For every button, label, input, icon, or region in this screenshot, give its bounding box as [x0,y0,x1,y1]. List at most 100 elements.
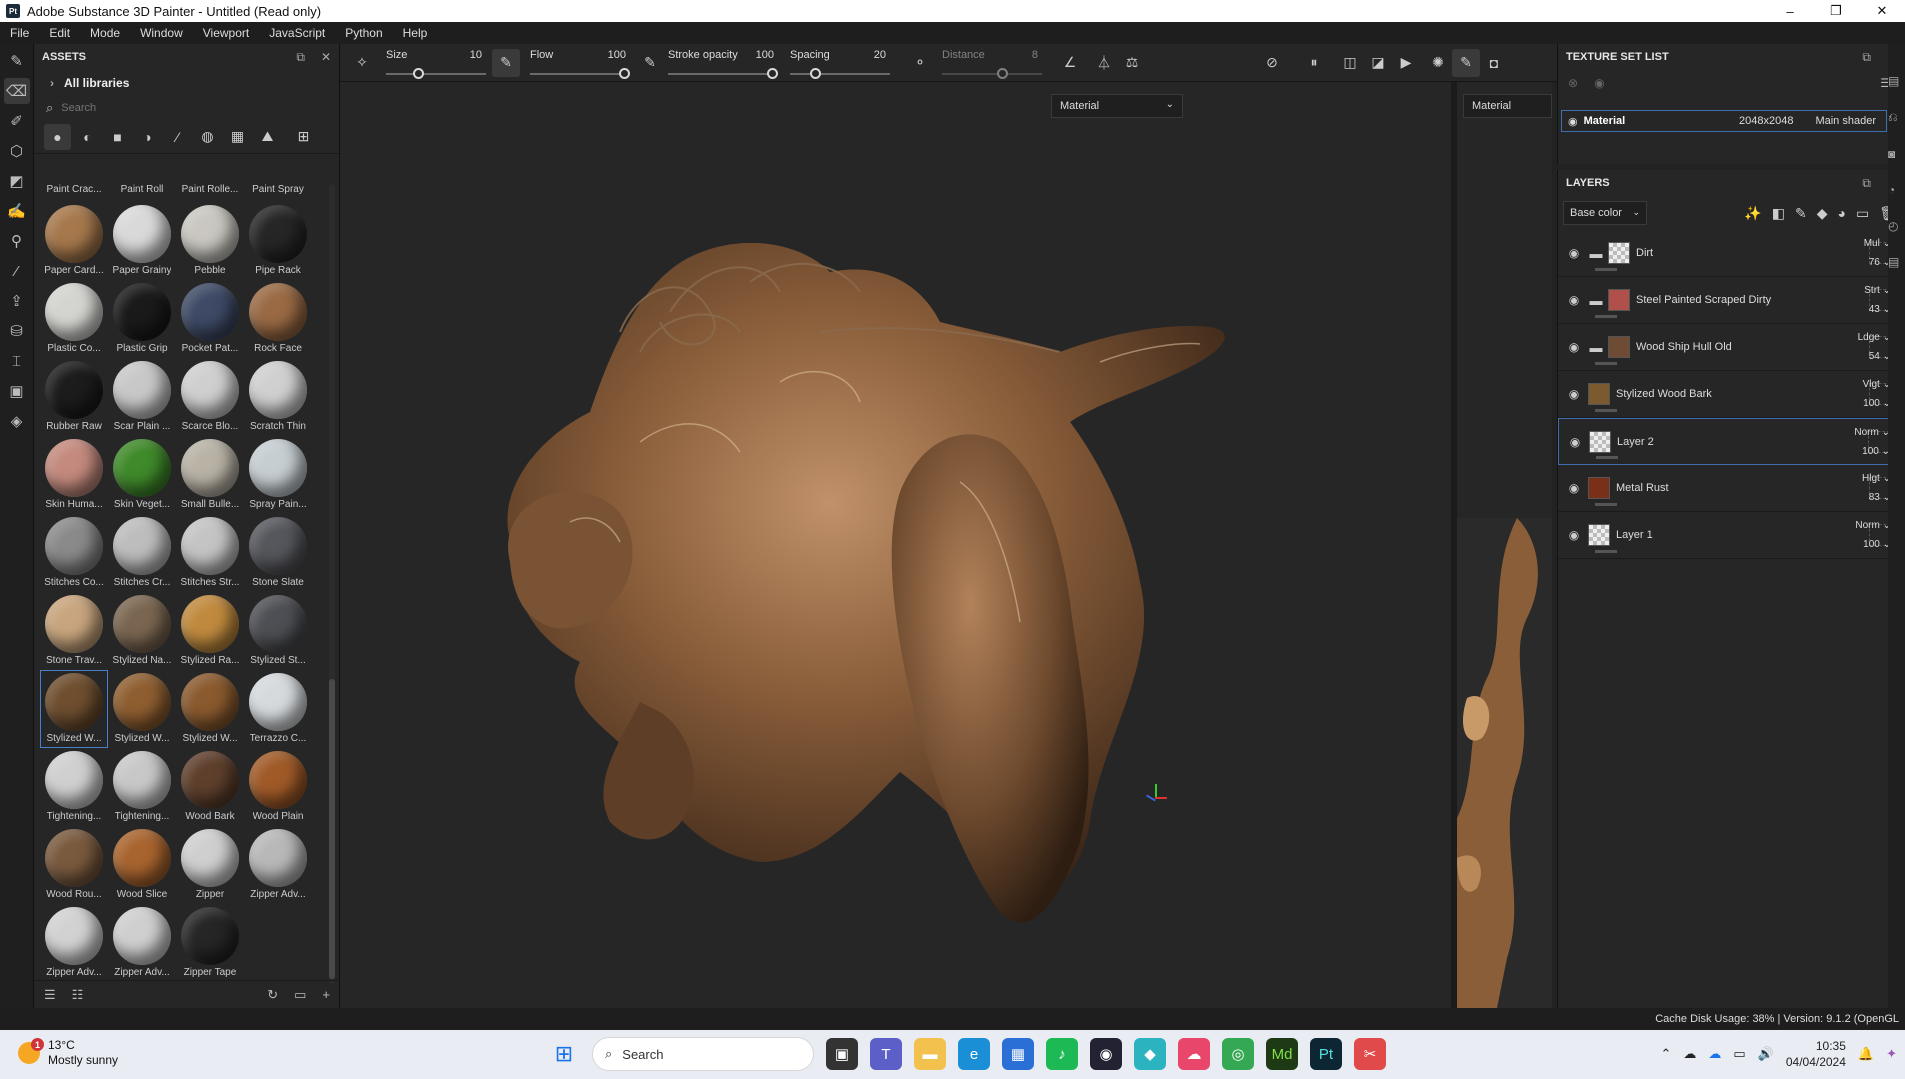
float-panel-icon[interactable]: ⧉ [1862,50,1871,65]
taskbar-search[interactable]: ⌕ Search [592,1037,814,1071]
layer-thumbnail[interactable] [1588,383,1610,405]
layer-name[interactable]: Metal Rust [1616,482,1869,494]
eye-icon[interactable]: ◉ [1563,435,1587,449]
layer-thumbnail[interactable] [1608,289,1630,311]
masks-filter-icon[interactable]: ■ [104,124,131,150]
steam-icon[interactable]: ◉ [1090,1038,1122,1070]
menu-window[interactable]: Window [130,26,193,40]
layer-opacity[interactable]: 43 ⌄ [1851,304,1891,315]
menu-mode[interactable]: Mode [80,26,130,40]
asset-tile[interactable]: Small Bulle... [176,436,244,514]
blend-mode[interactable]: Ldge ⌄ [1851,332,1891,343]
alphas-filter-icon[interactable]: ◍ [194,124,221,150]
asset-tile[interactable]: Stitches Cr... [108,514,176,592]
asset-tile[interactable]: Rock Face [244,280,312,358]
eye-icon[interactable]: ◉ [1562,528,1586,542]
textures-filter-icon[interactable]: ▦ [224,124,251,150]
eye-icon[interactable]: ◉ [1562,293,1586,307]
asset-tile[interactable]: Stylized Ra... [176,592,244,670]
measure-icon[interactable]: ⌶ [4,348,30,374]
mesh-icon[interactable]: ◈ [4,408,30,434]
texture-set-shader[interactable]: Main shader [1815,115,1876,127]
layer-name[interactable]: Layer 1 [1616,529,1869,541]
task-view-icon[interactable]: ▣ [826,1038,858,1070]
asset-tile[interactable]: Pebble [176,202,244,280]
asset-tile[interactable]: Plastic Grip [108,280,176,358]
spacing-value[interactable]: 20 [874,49,886,61]
layer-row[interactable]: ◉ ▬ Dirt Mul ⌄ 76 ⌄ [1558,230,1905,277]
asset-label[interactable]: Paint Spray [244,184,312,202]
camera-icon[interactable]: ▶ [1392,49,1420,77]
close-panel-icon[interactable]: ✕ [321,50,331,64]
maximize-button[interactable]: ❐ [1813,0,1859,22]
substance-designer-icon[interactable]: Md [1266,1038,1298,1070]
add-paint-layer-icon[interactable]: ✎ [1795,205,1807,222]
windows-start-icon[interactable]: ⊞ [548,1038,580,1070]
menu-edit[interactable]: Edit [39,26,80,40]
screenshot-icon[interactable]: ◘ [1480,49,1508,77]
teams-icon[interactable]: T [870,1038,902,1070]
add-fill-layer-icon[interactable]: ◆ [1817,205,1828,222]
blend-mode[interactable]: Norm ⌄ [1850,427,1890,438]
layer-row[interactable]: ◉ Metal Rust Hlgt ⌄ 83 ⌄ [1558,465,1905,512]
properties-icon[interactable]: ▤ [1888,74,1905,88]
angle-icon[interactable]: ∠ [1056,49,1084,77]
display-icon[interactable]: ▭ [1733,1046,1745,1062]
new-folder-icon[interactable]: ▭ [294,987,306,1003]
eye-icon[interactable]: ◉ [1562,387,1586,401]
paint-brush-icon[interactable]: ✎ [4,48,30,74]
asset-tile[interactable]: Tightening... [108,748,176,826]
spacing-slider-knob[interactable] [810,67,821,79]
minimize-button[interactable]: – [1767,0,1813,22]
asset-tile[interactable]: Zipper Adv... [40,904,108,982]
size-slider-track[interactable] [386,72,486,75]
flow-value[interactable]: 100 [608,49,626,61]
blend-mode[interactable]: Mul ⌄ [1851,238,1891,249]
asset-label[interactable]: Paint Rolle... [176,184,244,202]
chrome-icon[interactable]: ◎ [1222,1038,1254,1070]
stroke-opacity-value[interactable]: 100 [756,49,774,61]
lazy-mouse-icon[interactable]: ⚬ [906,49,934,77]
paint-mode-icon[interactable]: ✎ [1452,48,1480,77]
folder-icon[interactable]: ▬ [1586,293,1606,308]
volume-icon[interactable]: 🔊 [1758,1046,1774,1062]
add-effect-icon[interactable]: ✨ [1744,205,1761,222]
asset-tile[interactable]: Plastic Co... [40,280,108,358]
asset-tile[interactable]: Tightening... [40,748,108,826]
add-mask-icon[interactable]: ◧ [1772,205,1785,222]
add-folder-icon[interactable]: ▭ [1856,205,1869,222]
asset-tile[interactable]: Stone Trav... [40,592,108,670]
eraser-icon[interactable]: ⌫ [3,78,30,104]
menu-file[interactable]: File [0,26,39,40]
asset-tile[interactable]: Rubber Raw [40,358,108,436]
notifications-icon[interactable]: 🔔 [1858,1046,1874,1062]
close-button[interactable]: ✕ [1859,0,1905,22]
lighting-icon[interactable]: ✺ [1424,49,1452,77]
link-icon[interactable]: ⊗ [1568,76,1578,90]
refresh-icon[interactable]: ↻ [267,987,278,1003]
stroke-opacity-slider-track[interactable] [668,72,778,75]
blend-mode[interactable]: Norm ⌄ [1851,520,1891,531]
file-explorer-icon[interactable]: ▬ [914,1038,946,1070]
eye-icon[interactable]: ◉ [1562,340,1586,354]
spotify-icon[interactable]: ♪ [1046,1038,1078,1070]
asset-tile[interactable]: Stylized W... [40,670,108,748]
folder-icon[interactable]: ▬ [1586,340,1606,355]
projection-icon[interactable]: ✐ [4,108,30,134]
store-icon[interactable]: ▦ [1002,1038,1034,1070]
smart-materials-filter-icon[interactable]: ◐ [74,124,101,150]
log-icon[interactable]: ◴ [1888,219,1905,233]
shader-settings-icon[interactable]: ◔ [1888,183,1905,197]
viewport-2d-mode-select[interactable]: Material [1463,94,1552,118]
distance-param[interactable]: Distance 8 [942,44,1042,82]
asset-tile[interactable]: Stylized W... [176,670,244,748]
pause-icon[interactable]: ⏸ [1300,49,1328,77]
layer-name[interactable]: Wood Ship Hull Old [1636,341,1869,353]
stroke-opacity-slider-knob[interactable] [767,67,778,79]
export-icon[interactable]: ⇪ [4,288,30,314]
3d-viewport[interactable]: Material ⌄ Material [340,82,1552,1008]
flow-param[interactable]: Flow 100 [530,44,630,82]
hide-ui-icon[interactable]: ⊘ [1258,49,1286,77]
layer-thumbnail[interactable] [1588,477,1610,499]
generators-filter-icon[interactable]: ◑ [134,124,161,150]
